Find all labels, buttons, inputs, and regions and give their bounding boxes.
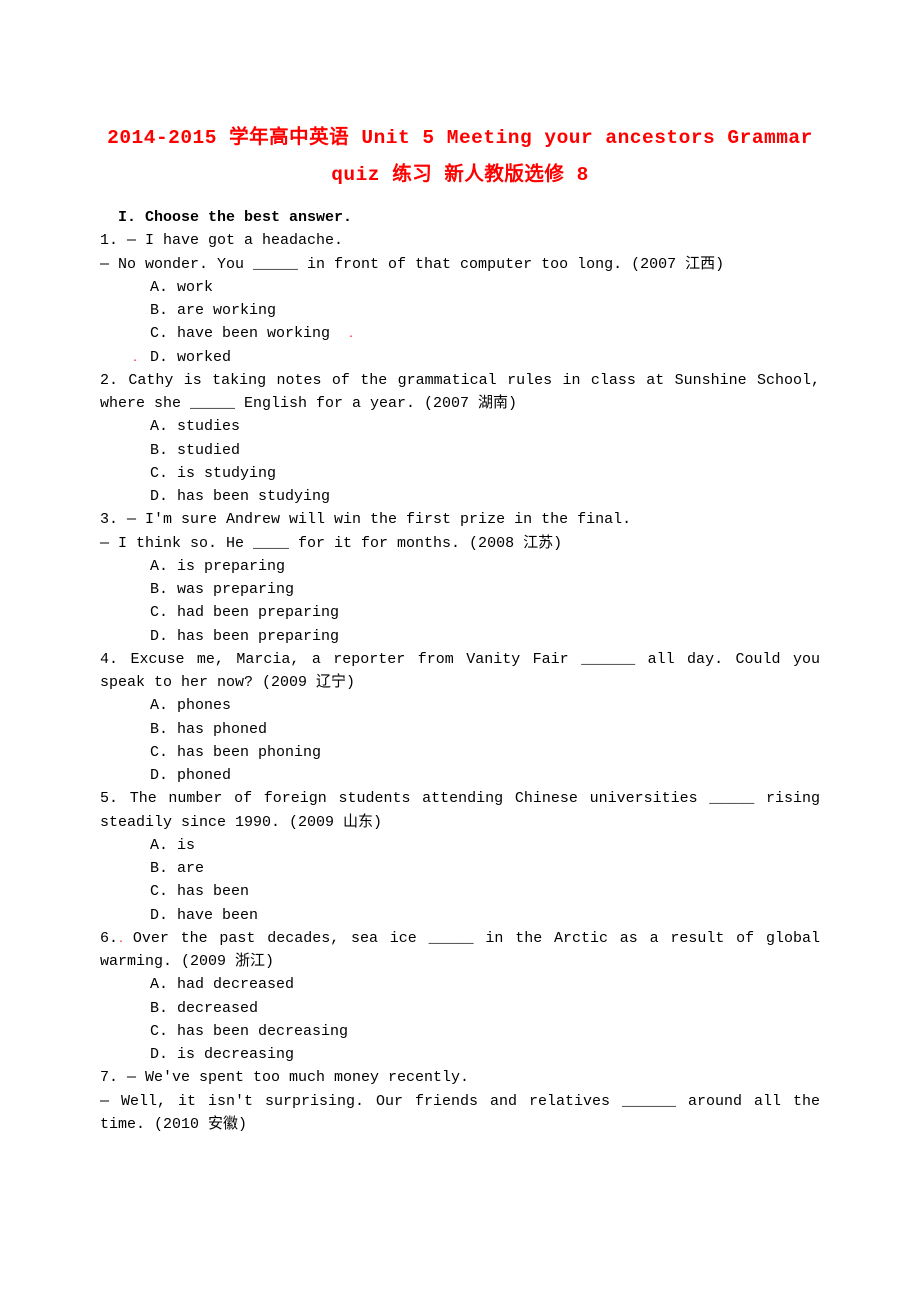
q3-opt-a: A. is preparing bbox=[100, 555, 820, 578]
q5-line1: 5. The number of foreign students attend… bbox=[100, 787, 820, 834]
q5-opt-d: D. have been bbox=[100, 904, 820, 927]
q1-opt-d-row: . D. worked bbox=[100, 346, 820, 369]
q2-line1: 2. Cathy is taking notes of the grammati… bbox=[100, 369, 820, 416]
q6-opt-d: D. is decreasing bbox=[100, 1043, 820, 1066]
document-page: 2014-2015 学年高中英语 Unit 5 Meeting your anc… bbox=[0, 0, 920, 1216]
q6-opt-a: A. had decreased bbox=[100, 973, 820, 996]
red-dot-icon: . bbox=[118, 935, 133, 946]
q1-opt-b: B. are working bbox=[100, 299, 820, 322]
title-line-2: quiz 练习 新人教版选修 8 bbox=[100, 157, 820, 194]
q1-opt-a: A. work bbox=[100, 276, 820, 299]
q3-line2: ― I think so. He ____ for it for months.… bbox=[100, 532, 820, 555]
q4-line1: 4. Excuse me, Marcia, a reporter from Va… bbox=[100, 648, 820, 695]
red-dot-icon: . bbox=[132, 354, 150, 365]
section-heading: I. Choose the best answer. bbox=[100, 206, 820, 229]
q3-opt-c: C. had been preparing bbox=[100, 601, 820, 624]
q2-opt-c: C. is studying bbox=[100, 462, 820, 485]
q4-opt-b: B. has phoned bbox=[100, 718, 820, 741]
q2-opt-d: D. has been studying bbox=[100, 485, 820, 508]
q4-opt-d: D. phoned bbox=[100, 764, 820, 787]
q6-opt-c: C. has been decreasing bbox=[100, 1020, 820, 1043]
q6-prefix: 6. bbox=[100, 930, 118, 947]
q1-line1: 1. ― I have got a headache. bbox=[100, 229, 820, 252]
q3-line1: 3. ― I'm sure Andrew will win the first … bbox=[100, 508, 820, 531]
q7-line1: 7. ― We've spent too much money recently… bbox=[100, 1066, 820, 1089]
q6-opt-b: B. decreased bbox=[100, 997, 820, 1020]
q2-opt-a: A. studies bbox=[100, 415, 820, 438]
q4-opt-c: C. has been phoning bbox=[100, 741, 820, 764]
q6-line1: 6.. Over the past decades, sea ice _____… bbox=[100, 927, 820, 974]
q5-opt-c: C. has been bbox=[100, 880, 820, 903]
q1-opt-d: D. worked bbox=[150, 349, 231, 366]
q7-line2: ― Well, it isn't surprising. Our friends… bbox=[100, 1090, 820, 1137]
q1-line2: ― No wonder. You _____ in front of that … bbox=[100, 253, 820, 276]
title-line-1: 2014-2015 学年高中英语 Unit 5 Meeting your anc… bbox=[100, 120, 820, 157]
q4-opt-a: A. phones bbox=[100, 694, 820, 717]
q1-opt-c-row: C. have been working . bbox=[100, 322, 820, 345]
q5-opt-a: A. is bbox=[100, 834, 820, 857]
q2-opt-b: B. studied bbox=[100, 439, 820, 462]
q3-opt-d: D. has been preparing bbox=[100, 625, 820, 648]
q3-opt-b: B. was preparing bbox=[100, 578, 820, 601]
q6-rest: Over the past decades, sea ice _____ in … bbox=[100, 930, 820, 970]
q5-opt-b: B. are bbox=[100, 857, 820, 880]
red-dot-icon: . bbox=[330, 330, 354, 341]
q1-opt-c: C. have been working bbox=[150, 325, 330, 342]
